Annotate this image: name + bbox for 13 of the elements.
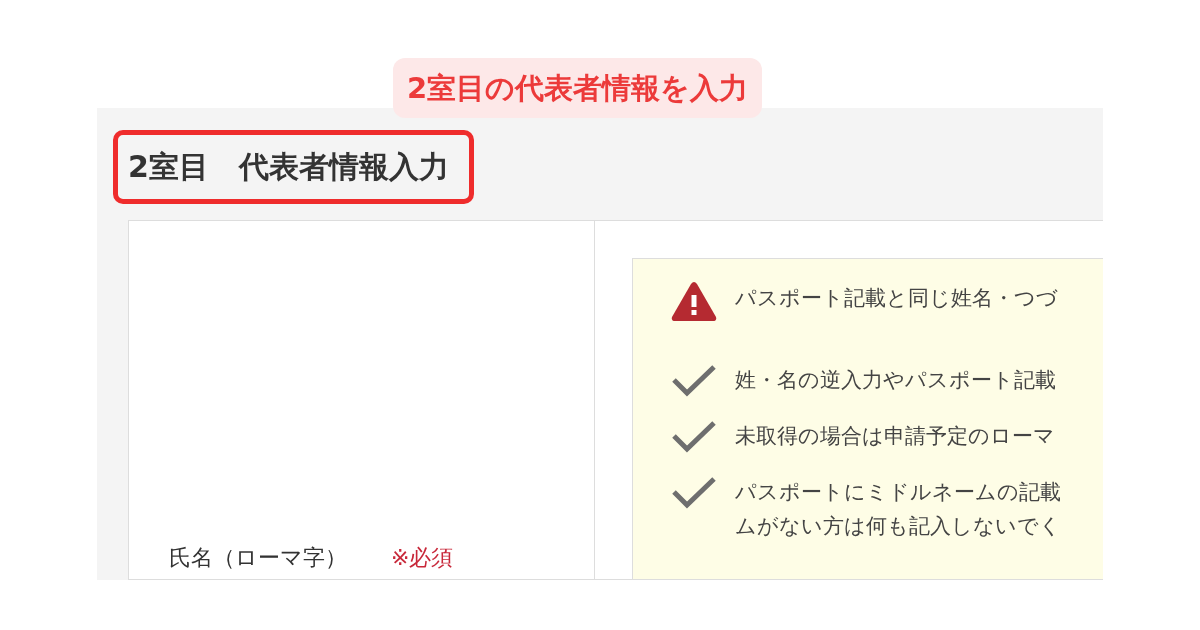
annotation-label: 2室目の代表者情報を入力 [393,58,763,118]
required-mark: ※必須 [391,544,454,572]
notice-text: ムがない方は何も記入しないでく [735,513,1061,540]
notice-text: パスポートにミドルネームの記載 [735,479,1061,506]
notice-text: 未取得の場合は申請予定のローマ [735,423,1055,450]
check-icon [671,475,717,509]
warning-icon [671,281,717,323]
check-icon [671,419,717,453]
notice-text: パスポート記載と同じ姓名・つづ [735,285,1058,312]
notice-text: 姓・名の逆入力やパスポート記載 [735,367,1056,394]
section-title: 2室目 代表者情報入力 [113,130,474,204]
field-label: 氏名（ローマ字） [169,544,347,572]
check-icon [671,363,717,397]
